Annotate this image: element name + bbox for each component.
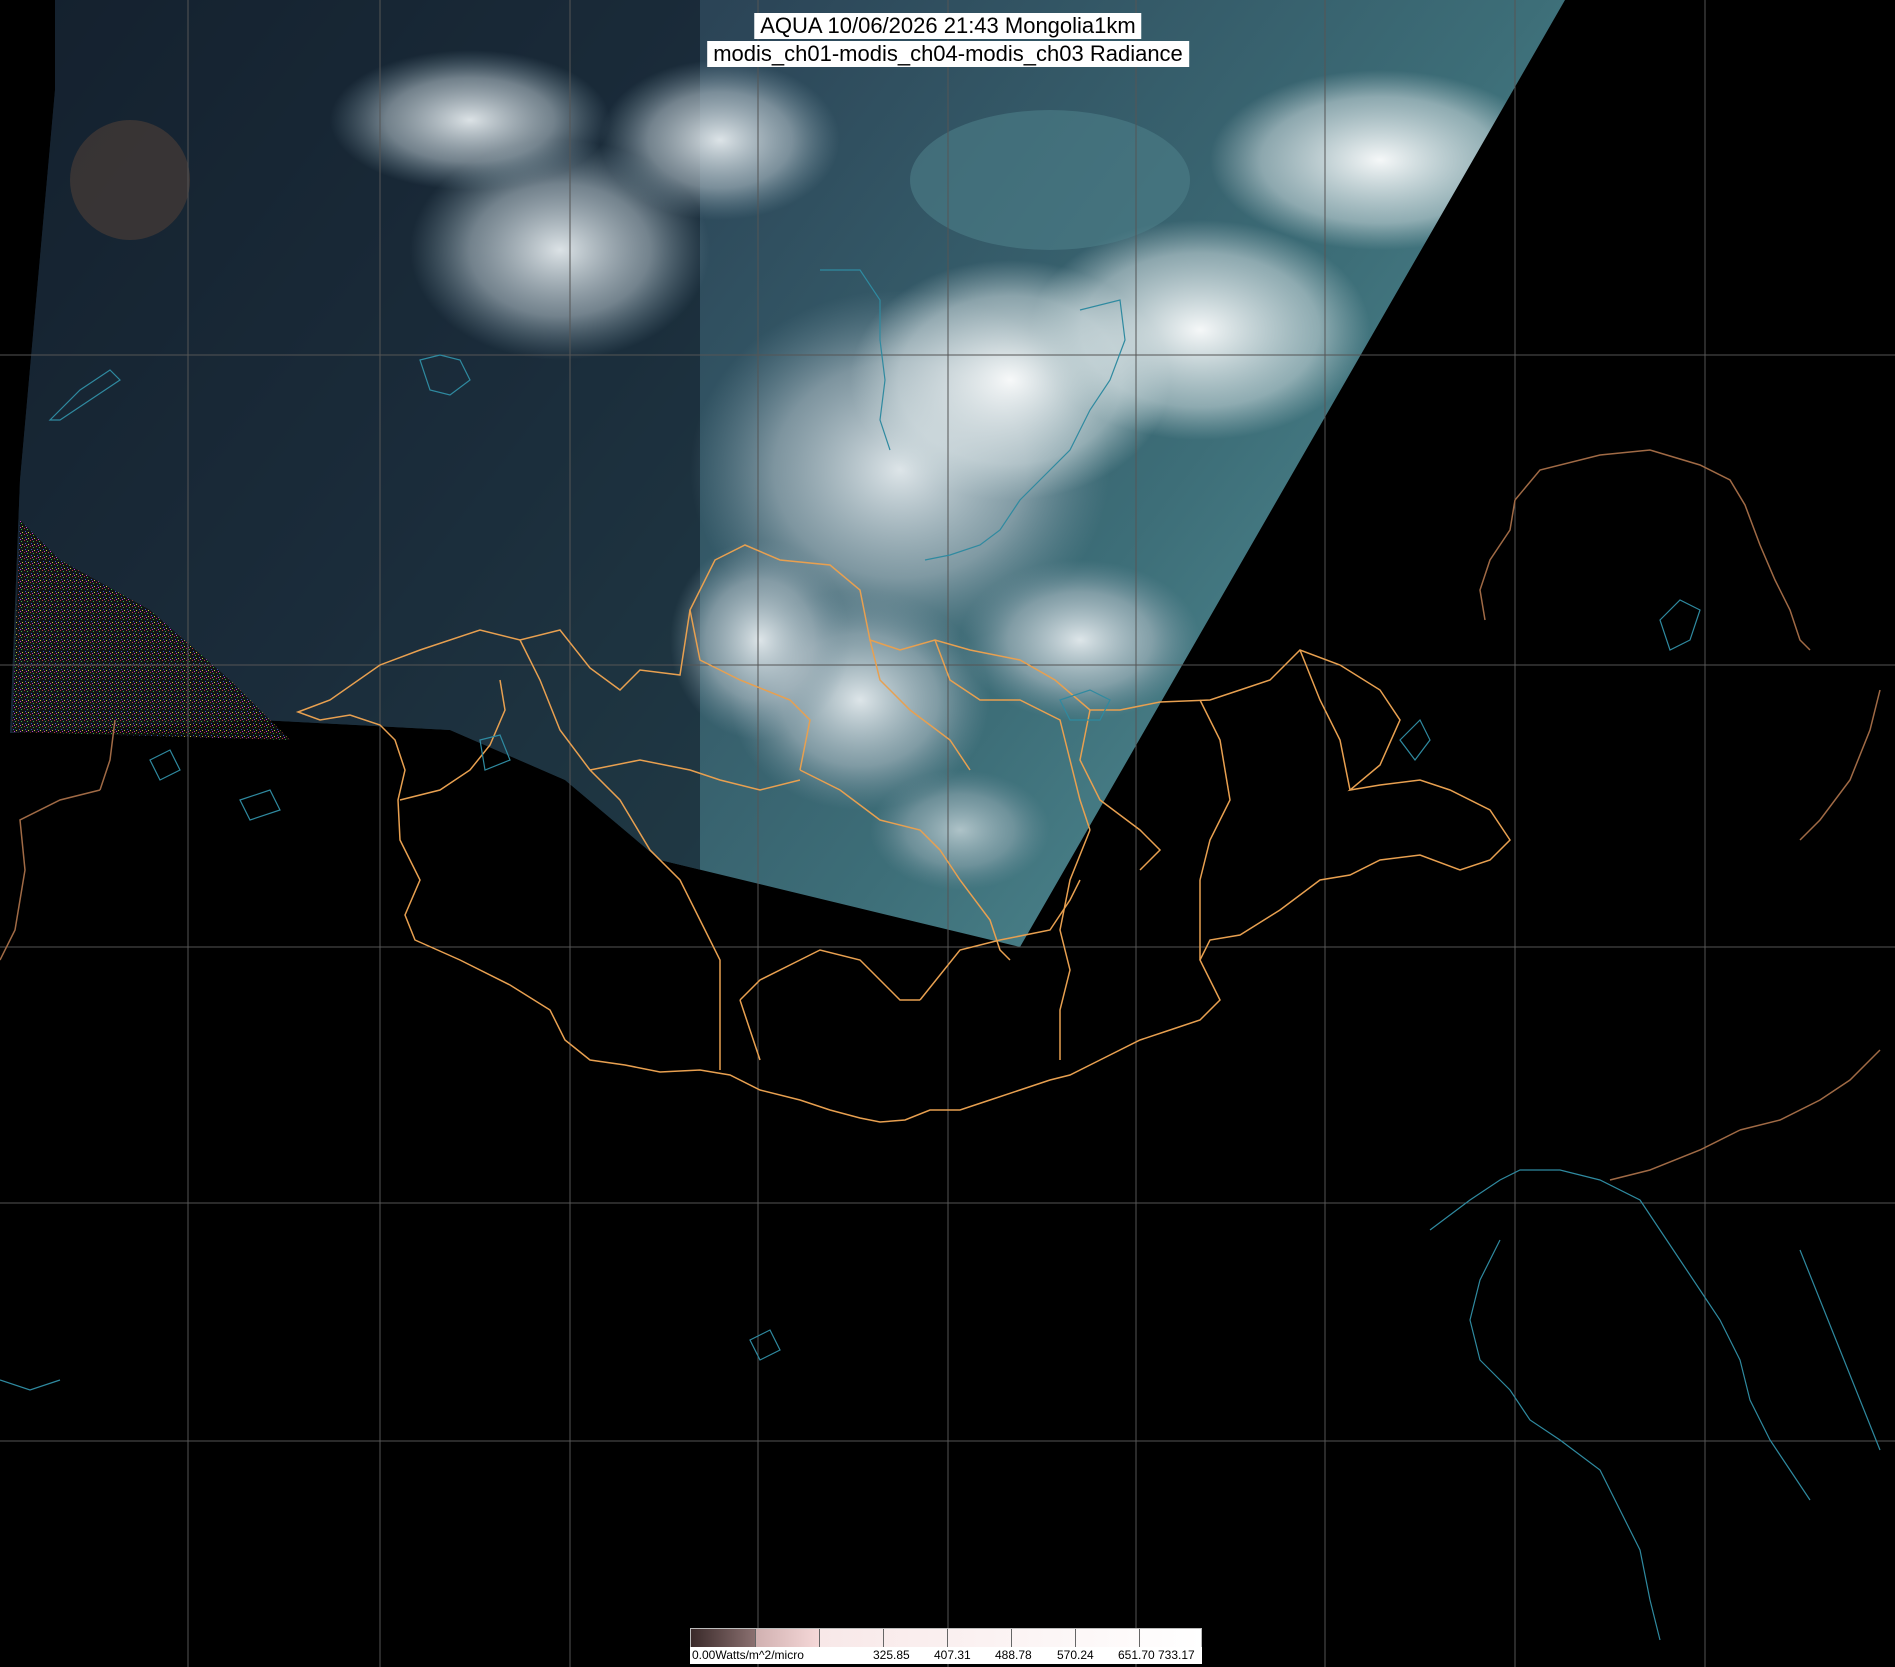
map-title-line1: AQUA 10/06/2026 21:43 Mongolia1km xyxy=(754,13,1142,39)
map-title-line2: modis_ch01-modis_ch04-modis_ch03 Radianc… xyxy=(707,41,1189,67)
colorbar-labels: 0.00Watts/m^2/micro 325.85 407.31 488.78… xyxy=(690,1647,1202,1664)
colorbar-label: 570.24 xyxy=(1057,1648,1094,1662)
colorbar-label: 325.85 xyxy=(873,1648,910,1662)
colorbar-label: 733.17 xyxy=(1158,1648,1195,1662)
colorbar-gradient xyxy=(690,1628,1202,1648)
colorbar-label: 651.70 xyxy=(1118,1648,1155,1662)
satellite-map xyxy=(0,0,1895,1667)
colorbar-label: 488.78 xyxy=(995,1648,1032,1662)
colorbar-label: 407.31 xyxy=(934,1648,971,1662)
colorbar-legend: 0.00Watts/m^2/micro 325.85 407.31 488.78… xyxy=(690,1628,1202,1664)
colorbar-label: 0.00Watts/m^2/micro xyxy=(692,1648,804,1662)
